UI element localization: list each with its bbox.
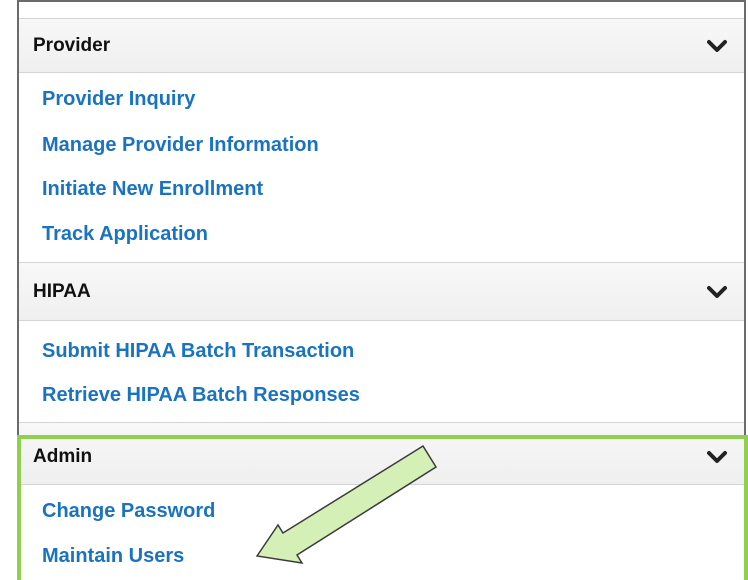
manage-provider-information-link[interactable]: Manage Provider Information — [42, 134, 319, 157]
provider-section-title: Provider — [33, 34, 111, 56]
chevron-down-icon[interactable] — [704, 447, 730, 467]
provider-section-header[interactable]: Provider — [19, 18, 744, 73]
admin-section-header[interactable]: Admin — [19, 422, 744, 485]
hipaa-section-header[interactable]: HIPAA — [19, 262, 744, 321]
highlight-box-left — [17, 435, 21, 580]
hipaa-section-title: HIPAA — [33, 280, 91, 302]
highlight-box-right — [744, 435, 748, 580]
provider-inquiry-link[interactable]: Provider Inquiry — [42, 88, 195, 111]
frame-top-border — [17, 0, 746, 2]
track-application-link[interactable]: Track Application — [42, 223, 208, 246]
retrieve-hipaa-batch-responses-link[interactable]: Retrieve HIPAA Batch Responses — [42, 384, 360, 407]
maintain-users-link[interactable]: Maintain Users — [42, 545, 184, 568]
submit-hipaa-batch-transaction-link[interactable]: Submit HIPAA Batch Transaction — [42, 340, 354, 363]
admin-section-title: Admin — [33, 445, 93, 467]
chevron-down-icon[interactable] — [704, 36, 730, 56]
change-password-link[interactable]: Change Password — [42, 500, 215, 523]
highlight-box-top — [17, 435, 748, 439]
frame-right-border — [744, 0, 746, 437]
initiate-new-enrollment-link[interactable]: Initiate New Enrollment — [42, 178, 263, 201]
chevron-down-icon[interactable] — [704, 282, 730, 302]
